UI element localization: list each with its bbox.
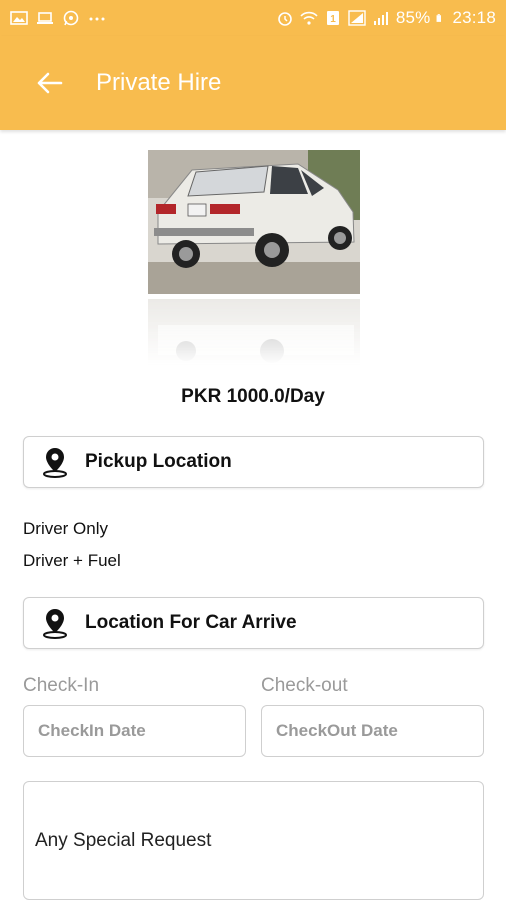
alarm-icon bbox=[278, 12, 292, 26]
checkout-date-field[interactable] bbox=[261, 705, 484, 757]
signal-bars-icon bbox=[373, 12, 388, 25]
special-request-field[interactable]: Any Special Request bbox=[23, 781, 484, 900]
pickup-location-button[interactable]: Pickup Location bbox=[23, 436, 484, 488]
car-photo bbox=[148, 150, 360, 294]
location-pin-icon bbox=[43, 448, 67, 478]
more-dots-icon bbox=[89, 17, 105, 21]
clock: 23:18 bbox=[452, 8, 496, 27]
battery-percent: 85% bbox=[395, 8, 431, 27]
arrive-location-button[interactable]: Location For Car Arrive bbox=[23, 597, 484, 649]
wifi-icon bbox=[300, 11, 318, 25]
status-left-icons bbox=[10, 10, 106, 26]
back-button[interactable] bbox=[24, 58, 74, 108]
battery-icon bbox=[437, 14, 442, 22]
pickup-location-label: Pickup Location bbox=[85, 451, 232, 472]
sim-icon: 1 bbox=[326, 11, 339, 25]
status-right-icons: 1 85% 23:18 bbox=[276, 8, 496, 28]
price-label: PKR 1000.0/Day bbox=[181, 386, 325, 407]
special-request-placeholder: Any Special Request bbox=[35, 829, 212, 851]
checkin-date-field[interactable] bbox=[23, 705, 246, 757]
svg-text:1: 1 bbox=[330, 14, 336, 25]
status-bar: 1 85% 23:18 bbox=[0, 0, 506, 36]
page-title: Private Hire bbox=[96, 69, 222, 96]
option-driver-fuel[interactable]: Driver + Fuel bbox=[23, 551, 121, 571]
car-image bbox=[148, 150, 360, 365]
checkout-label: Check-out bbox=[261, 675, 348, 696]
checkin-label: Check-In bbox=[23, 675, 100, 696]
whatsapp-icon bbox=[63, 10, 79, 26]
option-driver-only[interactable]: Driver Only bbox=[23, 519, 108, 539]
gallery-icon bbox=[10, 11, 28, 25]
arrive-location-label: Location For Car Arrive bbox=[85, 612, 297, 633]
laptop-icon bbox=[37, 12, 53, 24]
app-bar: Private Hire bbox=[0, 36, 506, 130]
arrow-left-icon bbox=[37, 72, 63, 94]
location-pin-icon bbox=[43, 609, 67, 639]
signal-icon bbox=[348, 10, 366, 26]
car-reflection bbox=[148, 299, 360, 365]
